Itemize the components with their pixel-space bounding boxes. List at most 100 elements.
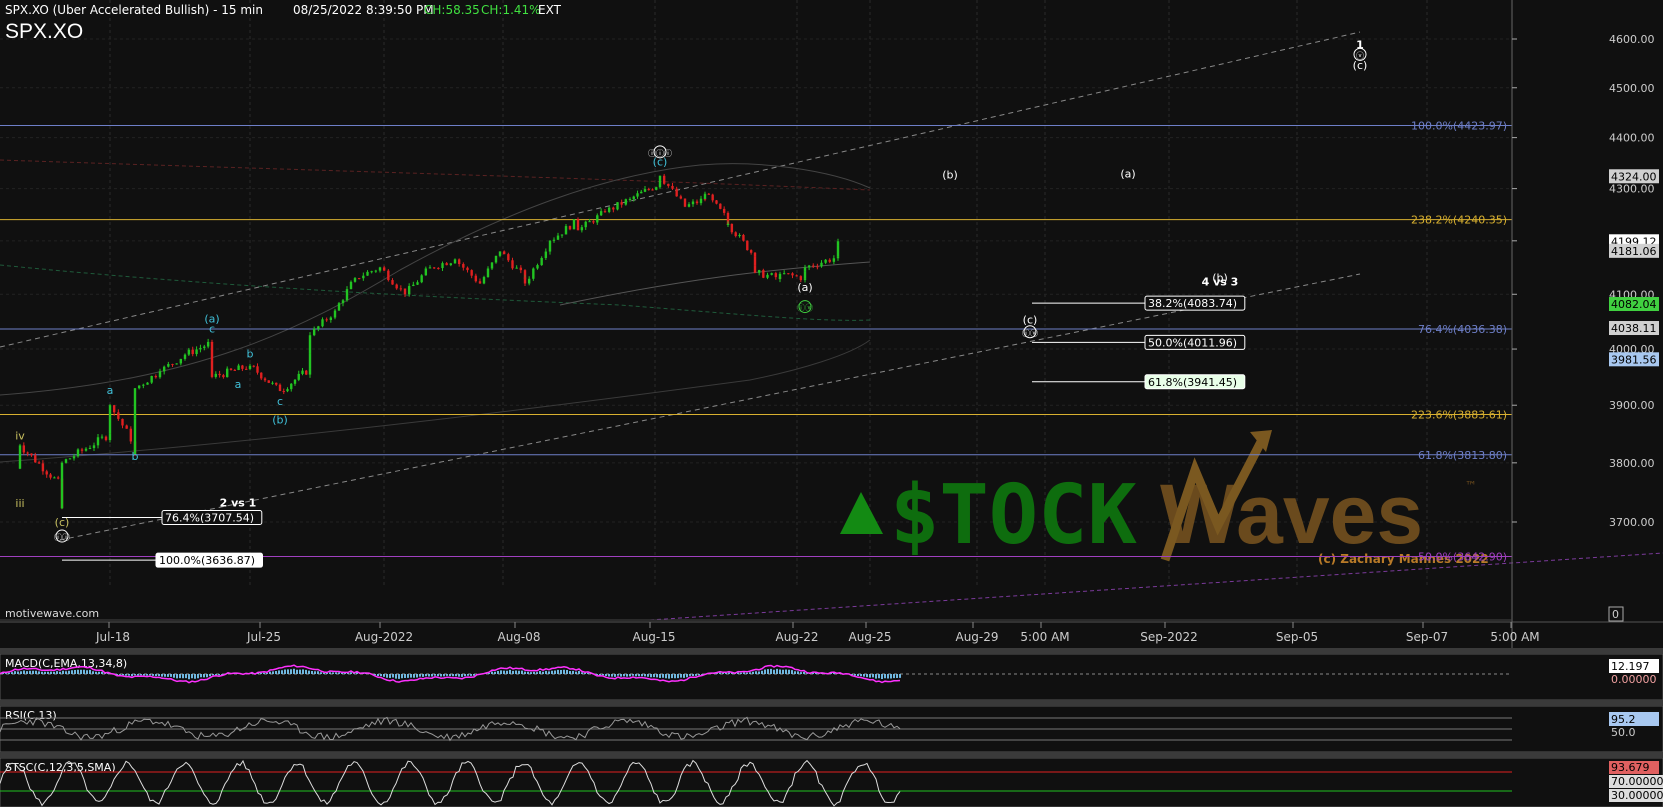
- stoch-panel[interactable]: [0, 757, 1663, 807]
- candle-body: [349, 281, 353, 290]
- candle-body: [187, 349, 191, 355]
- chart-canvas[interactable]: $TOCK Waves ™(c) Zachary Mannes 2022 100.0…: [0, 0, 1663, 807]
- candle-body: [453, 259, 457, 264]
- candle-body: [333, 310, 337, 318]
- candle-body: [387, 270, 390, 281]
- candle-body: [167, 364, 170, 367]
- candle-body: [337, 303, 341, 311]
- candle-body: [490, 262, 494, 269]
- wave-label: ⓘⓘ: [54, 533, 70, 542]
- candle-body: [474, 275, 478, 282]
- candle-body: [675, 188, 678, 197]
- x-tick-label: Sep-05: [1276, 630, 1318, 644]
- stoch-panel-divider[interactable]: [0, 752, 1663, 758]
- price-tag-label: 3981.56: [1611, 353, 1657, 366]
- candle-body: [41, 463, 45, 472]
- candle-body: [275, 382, 278, 385]
- candle-body: [498, 251, 502, 256]
- chart-title: SPX.XO (Uber Accelerated Bullish) - 15 m…: [5, 3, 263, 17]
- candle-body: [226, 368, 229, 378]
- symbol-label: SPX.XO: [5, 20, 84, 43]
- candle-body: [222, 375, 225, 378]
- candle-body: [791, 273, 794, 276]
- candle-body: [121, 418, 124, 426]
- candle-body: [30, 453, 33, 456]
- candle-body: [133, 418, 137, 455]
- wave-label: c: [277, 395, 283, 408]
- candle-body: [695, 201, 699, 204]
- candle-body: [271, 382, 274, 384]
- session-badge: EXT: [538, 3, 561, 17]
- candle-body: [370, 271, 373, 273]
- candle-body: [297, 373, 300, 380]
- x-tick-label: Aug-15: [632, 630, 675, 644]
- candle-body: [428, 267, 432, 269]
- fib-level-label: 223.6%(3883.61): [1411, 409, 1507, 422]
- candle-body: [511, 260, 514, 269]
- candle-body: [378, 267, 382, 271]
- fib-level-label: 61.8%(3813.80): [1418, 449, 1507, 462]
- candle-body: [290, 383, 293, 390]
- macd-panel[interactable]: [0, 653, 1663, 701]
- candle-body: [519, 267, 523, 271]
- candle-body: [256, 366, 259, 373]
- candle-body: [651, 189, 654, 191]
- candle-body: [252, 365, 255, 367]
- candle-body: [812, 265, 815, 267]
- candle-body: [312, 328, 316, 336]
- candle-body: [104, 436, 108, 441]
- candle-body: [278, 384, 282, 392]
- candle-body: [836, 245, 840, 257]
- candle-body: [171, 364, 174, 366]
- y-tick-label: 4400.00: [1609, 132, 1655, 145]
- price-tag-label: 4324.00: [1611, 170, 1657, 183]
- wave-label: iv: [15, 430, 25, 443]
- candle-body: [60, 482, 64, 509]
- candle-body: [527, 278, 531, 284]
- candle-body: [60, 462, 64, 483]
- candle-body: [445, 263, 448, 266]
- macd-panel-divider[interactable]: [0, 648, 1663, 654]
- candle-body: [667, 183, 670, 186]
- candle-body: [150, 375, 153, 383]
- x-tick-label: 5:00 AM: [1020, 630, 1069, 644]
- candle-body: [766, 274, 769, 278]
- zero-tag-label: 0: [1612, 608, 1619, 621]
- stoch-tag-label: 93.679: [1611, 761, 1650, 774]
- candle-body: [293, 379, 297, 384]
- candle-body: [707, 193, 711, 195]
- candle-body: [564, 226, 568, 235]
- indicator-panels[interactable]: MACD(C,EMA,13,34,8) 12.1970.00000RSI(C,13…: [0, 648, 1663, 807]
- candle-body: [532, 268, 535, 279]
- rsi-panel-divider[interactable]: [0, 700, 1663, 706]
- candle-body: [80, 449, 84, 451]
- y-tick-label: 4300.00: [1609, 183, 1655, 196]
- wave-label: 2 vs 1: [220, 496, 257, 509]
- change-points: CH:58.35: [424, 3, 480, 17]
- x-tick-label: Sep-2022: [1140, 630, 1198, 644]
- watermark-brand-left: $TOCK: [890, 468, 1137, 563]
- candle-body: [457, 259, 461, 265]
- candle-body: [45, 471, 48, 475]
- candle-body: [568, 226, 572, 230]
- candle-body: [203, 346, 206, 348]
- wave-label: (c): [55, 516, 70, 529]
- candle-body: [799, 276, 803, 281]
- candle-body: [195, 349, 198, 355]
- candle-body: [233, 369, 236, 371]
- candle-body: [437, 267, 440, 269]
- candle-body: [34, 455, 37, 463]
- candle-body: [229, 368, 233, 370]
- support-box-label: 100.0%(3636.87): [159, 554, 255, 567]
- candle-body: [787, 273, 790, 275]
- candle-body: [828, 259, 831, 262]
- candle-body: [357, 278, 361, 280]
- candle-body: [158, 371, 162, 378]
- candle-body: [248, 365, 252, 369]
- candle-body: [774, 273, 778, 278]
- watermark-tm: ™: [1465, 479, 1477, 493]
- candle-body: [366, 271, 369, 276]
- candle-body: [391, 280, 394, 285]
- x-tick-label: Aug-22: [775, 630, 818, 644]
- support-box-label: 61.8%(3941.45): [1148, 376, 1237, 389]
